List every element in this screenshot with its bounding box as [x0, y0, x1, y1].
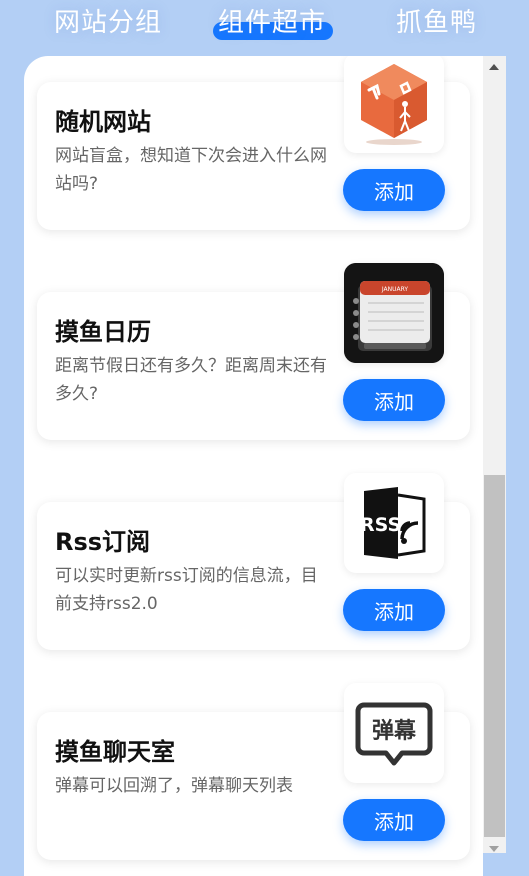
- random-site-cube-icon: [344, 56, 444, 153]
- rss-icon: RSS: [344, 473, 444, 573]
- rss-icon-text: RSS: [360, 514, 401, 536]
- tab-website-groups[interactable]: 网站分组: [54, 2, 162, 39]
- calendar-icon: JANUARY: [344, 263, 444, 363]
- tab-zhuayuya[interactable]: 抓鱼鸭: [396, 2, 477, 39]
- scroll-down-arrow-icon[interactable]: [489, 846, 499, 852]
- widget-description: 可以实时更新rss订阅的信息流，目前支持rss2.0: [55, 566, 318, 614]
- danmaku-icon-text: 弹幕: [372, 719, 417, 744]
- widget-title: 摸鱼聊天室: [55, 738, 175, 766]
- tab-bar: 网站分组 组件超市 抓鱼鸭: [0, 0, 529, 56]
- scrollbar-thumb[interactable]: [484, 475, 505, 837]
- widget-title: Rss订阅: [55, 528, 151, 556]
- tab-widget-market-label: 组件超市: [218, 8, 327, 38]
- add-button[interactable]: 添加: [343, 169, 445, 211]
- scroll-up-arrow-icon[interactable]: [489, 64, 499, 70]
- vertical-scrollbar[interactable]: [483, 56, 506, 853]
- widget-title: 摸鱼日历: [55, 318, 151, 346]
- widget-description: 网站盲盒，想知道下次会进入什么网站吗?: [55, 146, 327, 194]
- widget-description: 弹幕可以回溯了，弹幕聊天列表: [55, 776, 293, 796]
- add-button[interactable]: 添加: [343, 589, 445, 631]
- widget-title: 随机网站: [55, 108, 151, 136]
- calendar-header-text: JANUARY: [381, 286, 409, 293]
- add-button[interactable]: 添加: [343, 799, 445, 841]
- widget-description: 距离节假日还有多久？距离周末还有多久?: [55, 356, 327, 404]
- widget-list-panel: 随机网站 网站盲盒，想知道下次会进入什么网站吗? 添加 摸鱼日历 距离节假日还有…: [24, 56, 483, 876]
- add-button[interactable]: 添加: [343, 379, 445, 421]
- tab-widget-market[interactable]: 组件超市: [213, 2, 333, 40]
- danmaku-bubble-icon: 弹幕: [344, 683, 444, 783]
